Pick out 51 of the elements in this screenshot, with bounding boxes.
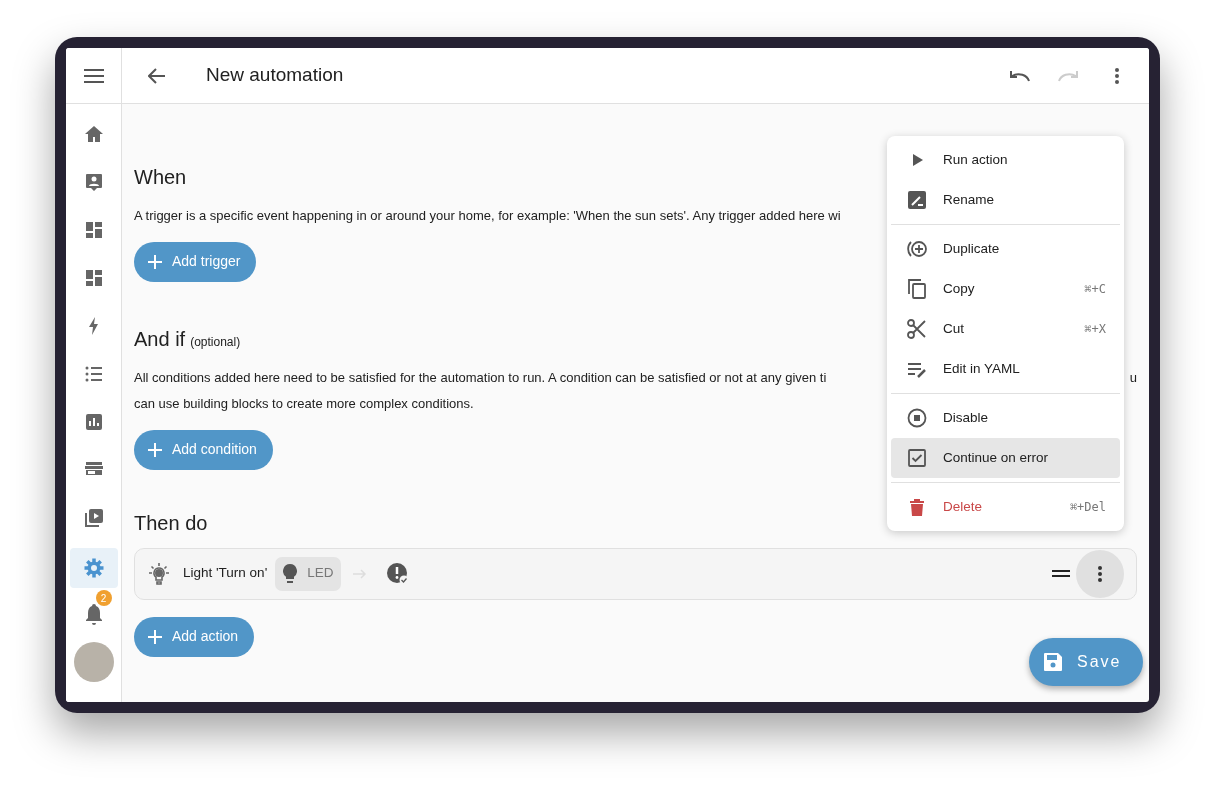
menu-item[interactable]: Disable	[891, 398, 1120, 438]
description-text: can use building blocks to create more complex conditions.	[134, 395, 474, 413]
play-stack-icon	[83, 508, 104, 528]
more-icon	[1098, 565, 1102, 582]
drag-handle-icon[interactable]	[1052, 570, 1070, 577]
back-arrow-icon[interactable]	[148, 67, 166, 84]
section-heading: When	[134, 165, 187, 190]
menu-item[interactable]: Continue on error	[891, 438, 1120, 478]
optional-label: (optional)	[190, 333, 241, 351]
action-label: Light 'Turn on'	[183, 564, 268, 583]
menu-item[interactable]: Rename	[891, 180, 1120, 220]
stop-circle-icon	[907, 408, 929, 428]
menu-item[interactable]: Cut ⌘+X	[891, 309, 1120, 349]
sidebar-item[interactable]	[69, 548, 118, 588]
plus-icon	[148, 629, 162, 644]
notification-badge: 2	[95, 590, 112, 606]
menu-item[interactable]: Duplicate	[891, 229, 1120, 269]
chart-icon	[83, 412, 104, 432]
lightbulb-icon	[147, 562, 171, 585]
lightbulb-icon	[283, 563, 298, 584]
section-heading: And if	[134, 326, 186, 352]
section-heading: Then do	[134, 510, 208, 536]
checkbox-icon	[907, 448, 929, 468]
more-icon[interactable]	[1115, 67, 1119, 84]
entity-chip[interactable]: LED	[275, 556, 342, 591]
page-title: New automation	[206, 63, 344, 88]
undo-icon[interactable]	[1009, 69, 1031, 82]
action-row[interactable]: Light 'Turn on' LED	[134, 547, 1137, 600]
pencil-box-icon	[907, 190, 929, 210]
description-text: All conditions added here need to be satisfied for the automation to run. A condition can be satisfied or not at any given ti	[134, 368, 827, 387]
dashboard-icon	[83, 268, 104, 288]
menu-item[interactable]: Copy ⌘+C	[891, 269, 1120, 309]
gear-icon	[83, 558, 104, 578]
copy-icon	[907, 279, 929, 299]
description-text: u	[1129, 368, 1137, 387]
dashboard-icon	[83, 220, 104, 240]
scissors-icon	[907, 319, 929, 339]
bell-icon[interactable]	[83, 603, 104, 625]
alert-check-icon	[387, 562, 410, 585]
menu-item[interactable]: Delete ⌘+Del	[891, 487, 1120, 527]
home-icon	[83, 124, 104, 144]
arrow-icon	[353, 568, 368, 579]
menu-item[interactable]: Edit in YAML	[891, 349, 1120, 389]
list-icon	[83, 364, 104, 384]
plus-icon	[148, 254, 162, 269]
menu-item[interactable]: Run action	[891, 140, 1120, 180]
plus-icon	[148, 442, 162, 457]
description-text: A trigger is a specific event happening in or around your home, for example: 'When the sun sets'. Any trigger added here wi	[134, 207, 841, 225]
menu-icon[interactable]	[83, 68, 104, 83]
plus-circle-icon	[907, 239, 929, 259]
person-card-icon	[83, 172, 104, 192]
